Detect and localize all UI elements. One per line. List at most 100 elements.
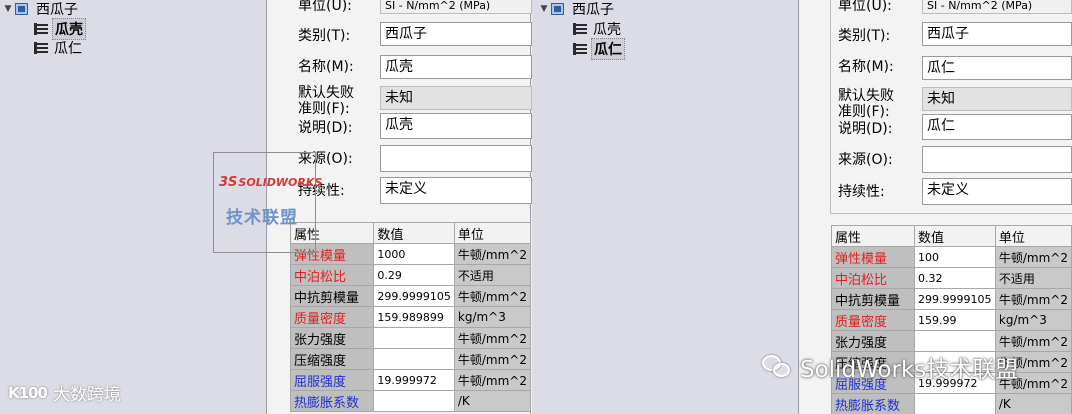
collapse-caret-icon[interactable]: ▼ — [538, 4, 550, 14]
property-unit-cell[interactable]: 牛顿/mm^2 — [453, 285, 532, 307]
tree-root-label: 西瓜子 — [36, 2, 78, 18]
property-value-cell[interactable]: 0.29 — [373, 264, 455, 286]
tree-item-label: 瓜仁 — [54, 41, 82, 57]
property-value-cell[interactable]: 1000 — [373, 243, 455, 265]
wechat-watermark-text: SolidWorks技术联盟 — [800, 357, 1019, 383]
property-value-cell[interactable]: 19.999972 — [373, 369, 455, 391]
table-row[interactable]: 屈服强度 19.999972 牛顿/mm^2 — [289, 369, 532, 391]
col-header-unit: 单位 — [994, 225, 1072, 247]
wechat-watermark: SolidWorks技术联盟 — [762, 350, 1018, 384]
property-value-cell[interactable]: 100 — [913, 246, 996, 268]
property-unit-cell[interactable]: /K — [453, 390, 532, 412]
property-unit-cell[interactable]: 不适用 — [994, 267, 1072, 289]
table-row[interactable]: 中抗剪模量 299.9999105 牛顿/mm^2 — [289, 285, 532, 307]
property-value-cell[interactable]: 159.989899 — [373, 306, 455, 328]
property-unit-cell[interactable]: /K — [994, 393, 1072, 414]
property-name-cell: 中抗剪模量 — [289, 285, 375, 307]
table-row[interactable]: 质量密度 159.99 kg/m^3 — [831, 309, 1072, 331]
name-label: 名称(M): — [298, 59, 354, 75]
corner-watermark-text: 大数跨境 — [52, 385, 121, 405]
property-value-cell[interactable] — [373, 390, 455, 412]
property-name-cell: 弹性模量 — [831, 246, 915, 268]
unit-select[interactable]: SI - N/mm^2 (MPa) — [380, 0, 532, 14]
property-unit-cell[interactable]: kg/m^3 — [453, 306, 532, 328]
property-name-cell: 热膨胀系数 — [831, 393, 915, 414]
table-row[interactable]: 张力强度 牛顿/mm^2 — [289, 327, 532, 349]
material-icon — [573, 22, 588, 36]
property-value-cell[interactable]: 299.9999105 — [373, 285, 455, 307]
property-name-cell: 质量密度 — [289, 306, 375, 328]
property-table-a: 属性 数值 单位 弹性模量 1000 牛顿/mm^2 中泊松比 0.29 不适用 中抗剪模量… — [289, 222, 532, 412]
property-unit-cell[interactable]: 牛顿/mm^2 — [994, 288, 1072, 310]
property-value-cell[interactable]: 0.32 — [913, 267, 996, 289]
property-value-cell[interactable]: 299.9999105 — [913, 288, 996, 310]
property-unit-cell[interactable]: 牛顿/mm^2 — [453, 327, 532, 349]
tree-root-label: 西瓜子 — [572, 2, 614, 18]
category-label: 类别(T): — [298, 28, 351, 44]
corner-logo: K100 — [8, 383, 48, 402]
source-field[interactable] — [380, 145, 532, 172]
property-unit-cell[interactable]: 牛顿/mm^2 — [994, 246, 1072, 268]
table-body: 弹性模量 1000 牛顿/mm^2 中泊松比 0.29 不适用 中抗剪模量 299.99991… — [289, 243, 532, 412]
table-row[interactable]: 中泊松比 0.32 不适用 — [831, 267, 1072, 289]
tree-root-row[interactable]: ▼ 西瓜子 — [538, 0, 616, 18]
table-row[interactable]: 弹性模量 100 牛顿/mm^2 — [831, 246, 1072, 268]
tree-item-label: 瓜壳 — [593, 22, 621, 38]
table-header-row: 属性 数值 单位 — [289, 222, 532, 244]
property-unit-cell[interactable]: 牛顿/mm^2 — [453, 369, 532, 391]
property-name-cell: 压缩强度 — [289, 348, 375, 370]
property-name-cell: 中抗剪模量 — [831, 288, 915, 310]
tree-item-guaren[interactable]: 瓜仁 — [34, 39, 84, 57]
property-name-cell: 屈服强度 — [289, 369, 375, 391]
material-icon — [573, 42, 588, 56]
property-unit-cell[interactable]: kg/m^3 — [994, 309, 1072, 331]
table-row[interactable]: 中泊松比 0.29 不适用 — [289, 264, 532, 286]
table-row[interactable]: 热膨胀系数/K — [289, 390, 532, 412]
property-value-cell[interactable] — [913, 393, 996, 414]
table-row[interactable]: 中抗剪模量 299.9999105 牛顿/mm^2 — [831, 288, 1072, 310]
table-row[interactable]: 张力强度 牛顿/mm^2 — [831, 330, 1072, 352]
table-row[interactable]: 弹性模量 1000 牛顿/mm^2 — [289, 243, 532, 265]
table-row[interactable]: 热膨胀系数/K — [831, 393, 1072, 414]
tree-item-guake[interactable]: 瓜壳 — [34, 18, 86, 40]
collapse-caret-icon[interactable]: ▼ — [2, 4, 14, 14]
description-field[interactable]: 瓜壳 — [380, 113, 532, 139]
tree-root-row[interactable]: ▼ 西瓜子 — [2, 0, 80, 18]
tree-item-label: 瓜壳 — [52, 18, 86, 40]
name-field[interactable]: 瓜壳 — [380, 55, 532, 79]
description-label: 说明(D): — [298, 120, 353, 136]
sustainability-field[interactable]: 未定义 — [380, 177, 532, 204]
property-unit-cell[interactable]: 不适用 — [453, 264, 532, 286]
failure-criterion-label-line2: 准则(F): — [298, 101, 350, 117]
property-name-cell: 张力强度 — [831, 330, 915, 352]
table-header-row: 属性 数值 单位 — [831, 225, 1072, 247]
table-body: 弹性模量 100 牛顿/mm^2 中泊松比 0.32 不适用 中抗剪模量 299.999910… — [831, 246, 1072, 414]
table-row[interactable]: 压缩强度 牛顿/mm^2 — [289, 348, 532, 370]
material-icon — [34, 22, 49, 36]
category-field[interactable]: 西瓜子 — [380, 22, 532, 46]
property-name-cell: 质量密度 — [831, 309, 915, 331]
property-unit-cell[interactable]: 牛顿/mm^2 — [453, 243, 532, 265]
part-library-icon — [550, 2, 566, 16]
tree-item-guaren[interactable]: 瓜仁 — [573, 38, 625, 60]
unit-label: 单位(U): — [298, 0, 352, 14]
property-name-cell: 中泊松比 — [831, 267, 915, 289]
property-value-cell[interactable]: 159.99 — [913, 309, 996, 331]
property-name-cell: 热膨胀系数 — [289, 390, 375, 412]
property-value-cell[interactable] — [373, 348, 455, 370]
tree-item-guake[interactable]: 瓜壳 — [573, 20, 623, 38]
property-value-cell[interactable] — [913, 330, 996, 352]
property-value-cell[interactable] — [373, 327, 455, 349]
col-header-property: 属性 — [831, 225, 915, 247]
part-library-icon — [14, 2, 30, 16]
property-name-cell: 张力强度 — [289, 327, 375, 349]
mid-material-tree-panel — [532, 0, 798, 414]
table-row[interactable]: 质量密度 159.989899 kg/m^3 — [289, 306, 532, 328]
col-header-unit: 单位 — [453, 222, 532, 244]
failure-criterion-field: 未知 — [380, 86, 532, 110]
property-unit-cell[interactable]: 牛顿/mm^2 — [453, 348, 532, 370]
property-unit-cell[interactable]: 牛顿/mm^2 — [994, 330, 1072, 352]
corner-watermark: K100 大数跨境 — [8, 380, 121, 406]
property-name-cell: 中泊松比 — [289, 264, 375, 286]
col-header-value: 数值 — [373, 222, 455, 244]
